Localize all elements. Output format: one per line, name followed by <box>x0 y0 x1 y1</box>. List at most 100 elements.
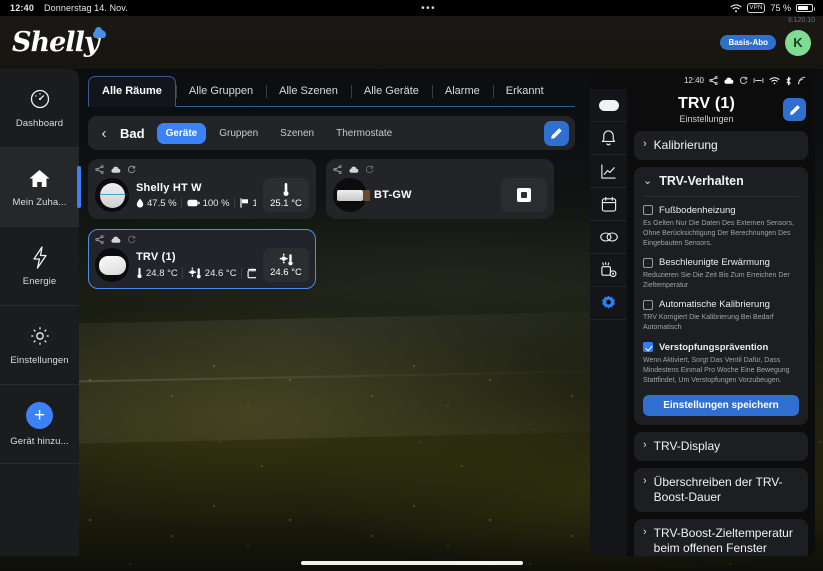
metric-humidity: 47.5 % <box>136 198 177 209</box>
sidebar-item-geraet-hinzufuegen[interactable]: + Gerät hinzu... <box>0 385 79 464</box>
wifi-icon <box>730 4 742 13</box>
sidebar-item-label: Einstellungen <box>10 355 68 366</box>
panel-status-bar: 12:40 <box>590 72 815 89</box>
app-header: Shelly Basis-Abo K <box>0 16 823 69</box>
sidebar-item-einstellungen[interactable]: Einstellungen <box>0 306 79 385</box>
checkbox-description: Es Gelten Nur Die Daten Des Externen Sen… <box>643 219 799 249</box>
checkbox-icon[interactable] <box>643 258 653 268</box>
checkbox-icon[interactable] <box>643 342 653 352</box>
card-body: BT-GW <box>333 178 547 212</box>
refresh-icon <box>365 165 374 174</box>
chevron-right-icon: › <box>643 439 647 453</box>
checkbox-beschleunigte-erwaermung[interactable]: Beschleunigte Erwärmung Reduzieren Sie D… <box>643 257 799 291</box>
rail-item-settings[interactable] <box>590 287 627 320</box>
chevron-down-icon: ⌄ <box>643 175 652 189</box>
room-filter-gruppen[interactable]: Gruppen <box>210 123 267 144</box>
pencil-icon <box>550 127 563 140</box>
metric-value: 14 <box>253 198 256 209</box>
subscription-badge[interactable]: Basis-Abo <box>720 35 776 50</box>
panel-edit-button[interactable] <box>783 98 806 121</box>
tab-alle-raeume[interactable]: Alle Räume <box>88 76 176 107</box>
checkbox-icon[interactable] <box>643 205 653 215</box>
metric-value: 24.6 °C <box>205 268 237 279</box>
tab-alle-gruppen[interactable]: Alle Gruppen <box>176 77 266 106</box>
panel-main: TRV (1) Einstellungen › Kalibrierung <box>590 89 815 556</box>
rail-item-links[interactable] <box>590 221 627 254</box>
device-detail-panel: 12:40 <box>590 72 815 556</box>
metric-value: 100 % <box>203 198 230 209</box>
panel-title-wrap: TRV (1) Einstellungen <box>636 95 777 124</box>
logo-text: Shelly <box>12 27 99 58</box>
valve-target-icon <box>188 267 202 279</box>
header-actions: Basis-Abo K <box>720 30 811 56</box>
rail-item-schedule[interactable] <box>590 188 627 221</box>
rail-item-notifications[interactable] <box>590 122 627 155</box>
sidebar-item-label: Gerät hinzu... <box>10 436 68 447</box>
section-trv-boost-zieltemperatur[interactable]: › TRV-Boost-Zieltemperatur beim offenen … <box>634 519 808 556</box>
tab-alarme[interactable]: Alarme <box>432 77 493 106</box>
section-trv-display[interactable]: › TRV-Display <box>634 432 808 461</box>
usb-gateway-icon <box>337 190 363 201</box>
lightning-icon <box>28 245 52 269</box>
device-target-tile[interactable]: 24.6 °C <box>263 248 309 282</box>
save-settings-button[interactable]: Einstellungen speichern <box>643 395 799 416</box>
checkbox-automatische-kalibrierung[interactable]: Automatische Kalibrierung TRV Korrigiert… <box>643 299 799 333</box>
battery-icon <box>796 4 813 12</box>
sidebar-item-energie[interactable]: Energie <box>0 227 79 306</box>
ht-sensor-icon <box>100 183 125 208</box>
tab-alle-szenen[interactable]: Alle Szenen <box>266 77 351 106</box>
device-temperature-tile[interactable]: 25.1 °C <box>263 178 309 212</box>
device-action-tile[interactable] <box>501 178 547 212</box>
shelly-logo[interactable]: Shelly <box>12 27 106 58</box>
room-filter-szenen[interactable]: Szenen <box>271 123 323 144</box>
system-status-bar: 12:40 Donnerstag 14. Nov. ••• VPN 75 % <box>0 0 823 16</box>
rail-item-device[interactable] <box>590 89 627 122</box>
room-filter-thermostate[interactable]: Thermostate <box>327 123 401 144</box>
section-title: TRV-Verhalten <box>659 174 744 190</box>
gauge-icon <box>28 87 52 111</box>
bell-icon <box>600 129 617 147</box>
cloud-icon <box>110 166 121 174</box>
checkbox-description: TRV Korrigiert Die Kalibrierung Bei Beda… <box>643 313 799 333</box>
build-version-label: 3.120.10 <box>788 17 815 24</box>
device-name: Shelly HT W <box>136 182 256 194</box>
home-indicator[interactable] <box>301 561 523 565</box>
wifi-icon <box>769 77 780 85</box>
room-toolbar: ‹ Bad Geräte Gruppen Szenen Thermostate <box>88 116 575 150</box>
sidebar-item-dashboard[interactable]: Dashboard <box>0 69 79 148</box>
device-card-trv-1[interactable]: TRV (1) 24.8 °C <box>88 229 316 289</box>
section-trv-boost-dauer[interactable]: › Überschreiben der TRV-Boost-Dauer <box>634 468 808 512</box>
room-filter-geraete[interactable]: Geräte <box>157 123 207 144</box>
chevron-right-icon: › <box>643 526 647 540</box>
card-body: TRV (1) 24.8 °C <box>95 248 309 282</box>
section-kalibrierung[interactable]: › Kalibrierung <box>634 131 808 160</box>
sidebar-item-mein-zuhause[interactable]: Mein Zuha... <box>0 148 79 227</box>
battery-percent-label: 75 % <box>770 3 791 13</box>
metric-battery: 100 % <box>181 198 230 209</box>
metric-value: 24.8 °C <box>146 268 178 279</box>
share-icon <box>333 165 342 174</box>
room-edit-button[interactable] <box>544 121 569 146</box>
sidebar: Dashboard Mein Zuha... Energie Einstellu… <box>0 69 79 556</box>
device-card-shelly-ht-w[interactable]: Shelly HT W 47.5 % <box>88 159 316 219</box>
refresh-icon <box>127 235 136 244</box>
metric-target-temperature: 24.6 °C <box>182 267 237 279</box>
checkbox-icon[interactable] <box>643 300 653 310</box>
share-icon <box>95 165 104 174</box>
tab-bar: Alle Räume Alle Gruppen Alle Szenen Alle… <box>88 69 575 107</box>
tab-alle-geraete[interactable]: Alle Geräte <box>351 77 432 106</box>
device-card-bt-gw[interactable]: BT-GW <box>326 159 554 219</box>
tab-erkannt[interactable]: Erkannt <box>493 77 557 106</box>
checkbox-fussbodenheizung[interactable]: Fußbodenheizung Es Gelten Nur Die Daten … <box>643 205 799 249</box>
cloud-icon <box>348 166 359 174</box>
rail-item-statistics[interactable] <box>590 155 627 188</box>
avatar[interactable]: K <box>785 30 811 56</box>
plus-icon[interactable]: + <box>26 402 53 429</box>
checkbox-verstopfungspraevention[interactable]: Verstopfungsprävention Wenn Aktiviert, S… <box>643 342 799 386</box>
device-metrics: 24.8 °C 24.6 °C <box>136 267 256 279</box>
chevron-left-icon[interactable]: ‹ <box>94 125 114 142</box>
battery-icon <box>187 199 200 207</box>
section-header[interactable]: ⌄ TRV-Verhalten <box>643 174 799 197</box>
rail-item-device-settings[interactable] <box>590 254 627 287</box>
sidebar-item-label: Dashboard <box>16 118 63 129</box>
